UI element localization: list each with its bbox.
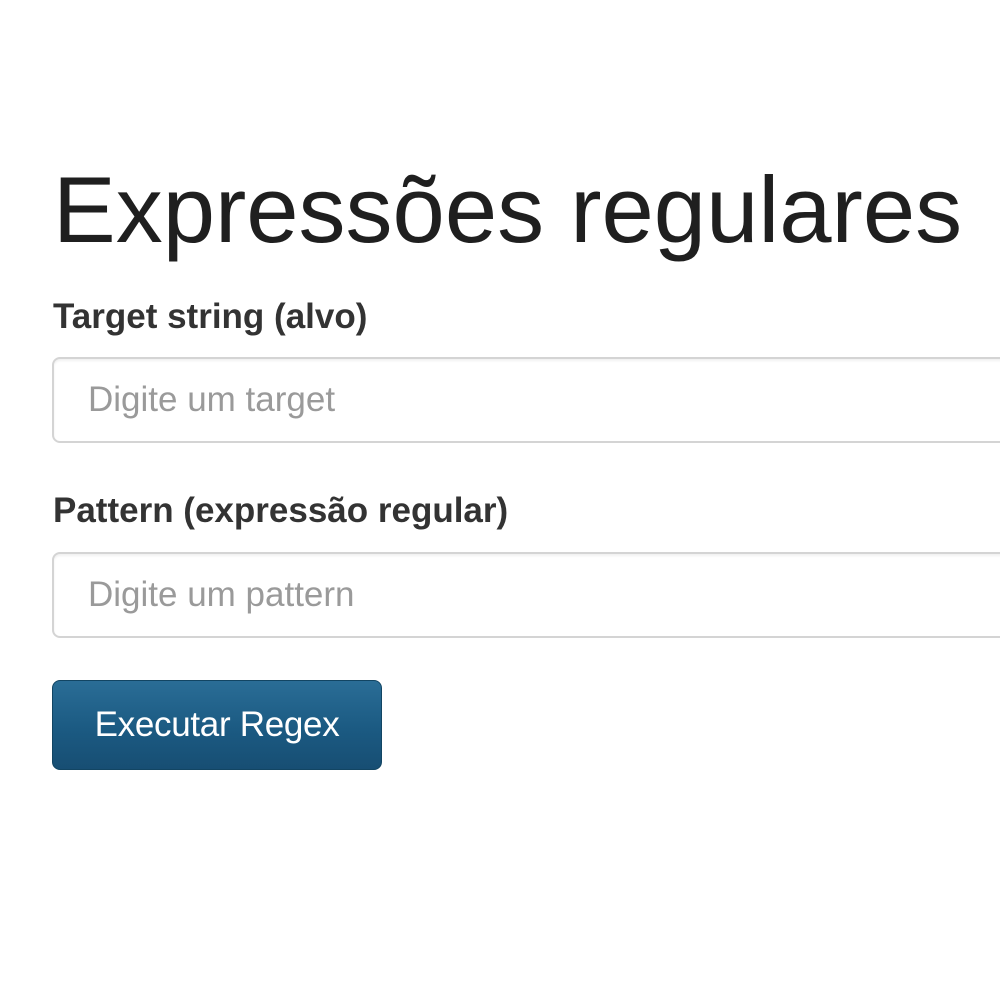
target-input[interactable] <box>52 357 1000 443</box>
pattern-label: Pattern (expressão regular) <box>53 491 509 530</box>
page-title: Expressões regulares <box>53 157 963 262</box>
target-label: Target string (alvo) <box>53 297 368 336</box>
regex-page: Expressões regulares Target string (alvo… <box>0 0 1000 1000</box>
execute-regex-button[interactable]: Executar Regex <box>52 680 382 770</box>
pattern-input[interactable] <box>52 552 1000 638</box>
